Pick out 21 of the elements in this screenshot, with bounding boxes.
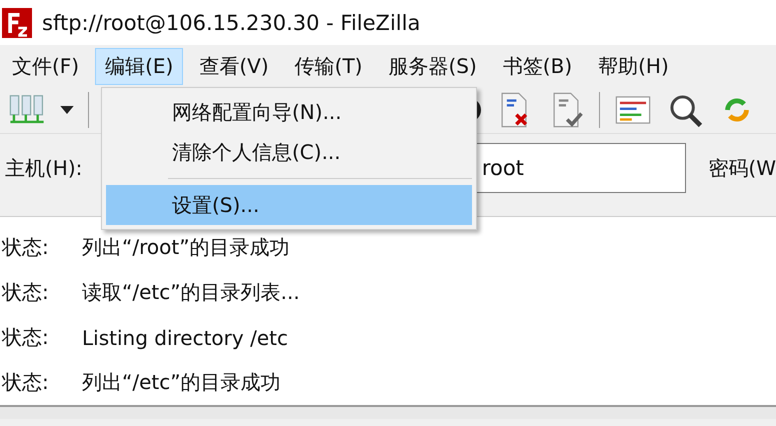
window-title: sftp://root@106.15.230.30 - FileZilla	[42, 10, 420, 34]
password-label: 密码(W	[708, 154, 776, 182]
log-message: Listing directory /etc	[82, 326, 288, 350]
log-message: 读取“/etc”的目录列表...	[82, 279, 300, 306]
log-label: 状态:	[0, 234, 50, 261]
log-message: 列出“/etc”的目录成功	[82, 369, 281, 396]
log-label: 状态:	[0, 279, 50, 306]
menu-item[interactable]: 书签(B)	[492, 48, 582, 84]
caret-icon[interactable]	[60, 106, 74, 114]
menu-entry[interactable]: 网络配置向导(N)...	[106, 92, 472, 132]
menu-item[interactable]: 查看(V)	[189, 48, 279, 84]
log-label: 状态:	[0, 369, 50, 396]
host-label: 主机(H):	[4, 154, 84, 182]
log-message: 列出“/root”的目录成功	[82, 234, 290, 261]
menu-item[interactable]: 传输(T)	[284, 48, 372, 84]
menu-item[interactable]: 帮助(H)	[588, 48, 679, 84]
menu-item[interactable]: 编辑(E)	[95, 48, 184, 84]
menu-item[interactable]: 文件(F)	[2, 48, 90, 84]
menu-item[interactable]: 服务器(S)	[378, 48, 487, 84]
log-label: 状态:	[0, 324, 50, 351]
menu-entry[interactable]: 设置(S)...	[106, 185, 472, 225]
